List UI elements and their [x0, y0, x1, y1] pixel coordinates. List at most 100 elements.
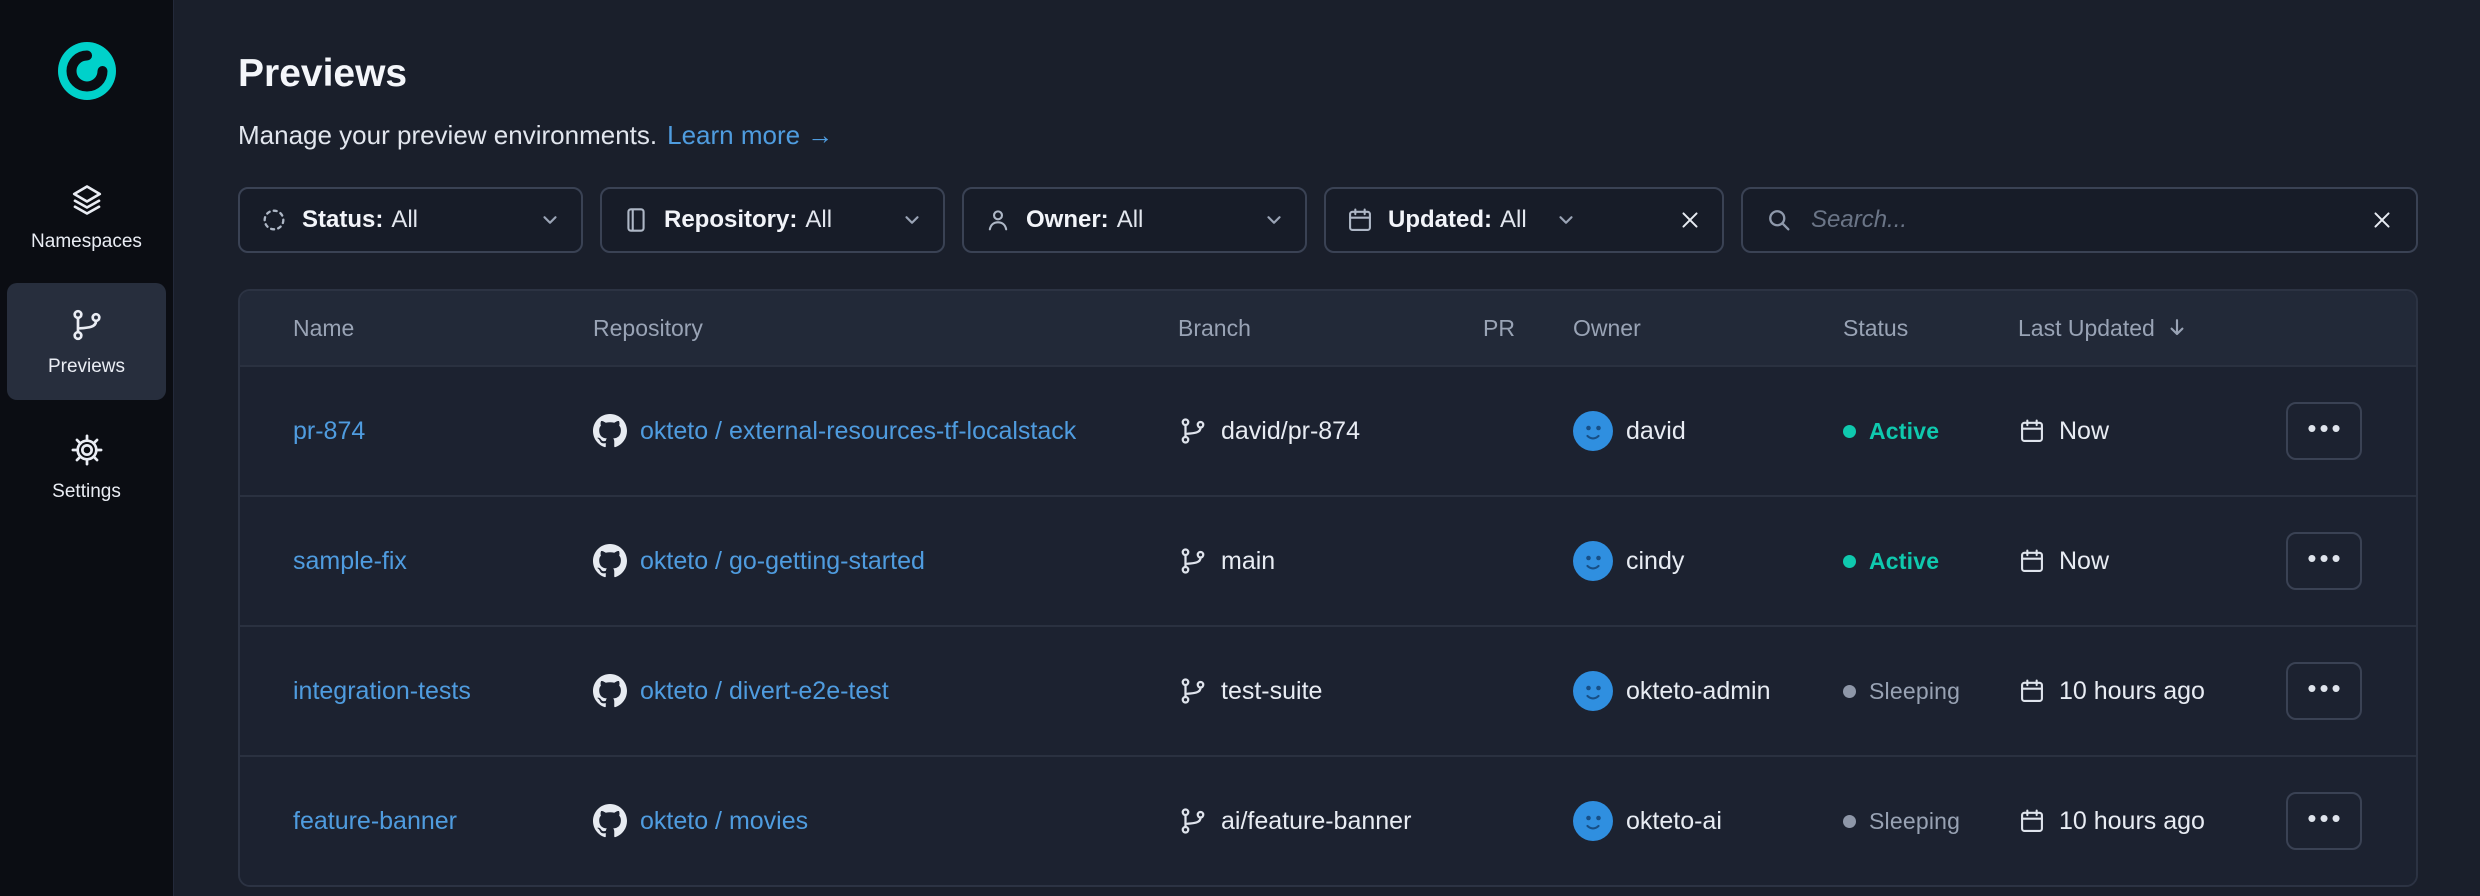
branch-cell: test-suite — [1178, 676, 1458, 706]
column-header-pr[interactable]: PR — [1458, 315, 1573, 342]
column-header-owner[interactable]: Owner — [1573, 315, 1843, 342]
name-cell: feature-banner — [293, 807, 593, 836]
column-header-branch[interactable]: Branch — [1178, 315, 1458, 342]
branch-name: main — [1221, 547, 1275, 576]
updated-filter-text: Updated: All — [1388, 206, 1527, 234]
last-updated-value: Now — [2059, 417, 2109, 446]
calendar-icon — [2018, 677, 2046, 705]
owner-filter-icon — [984, 206, 1012, 234]
arrow-right-icon: → — [807, 120, 833, 151]
sidebar-item-label: Settings — [52, 481, 121, 503]
main-content: Previews Manage your preview environment… — [174, 0, 2480, 896]
owner-filter[interactable]: Owner: All — [962, 187, 1307, 253]
chevron-down-icon — [901, 209, 923, 231]
column-header-repository[interactable]: Repository — [593, 315, 1178, 342]
github-icon — [593, 804, 627, 838]
preview-name-link[interactable]: pr-874 — [293, 417, 365, 446]
sidebar-item-previews[interactable]: Previews — [7, 283, 166, 400]
column-header-status[interactable]: Status — [1843, 315, 2018, 342]
actions-cell: ••• — [2261, 532, 2416, 590]
branch-cell: ai/feature-banner — [1178, 806, 1458, 836]
git-branch-icon — [1178, 676, 1208, 706]
status-cell: Sleeping — [1843, 678, 2018, 705]
sidebar-item-settings[interactable]: Settings — [7, 408, 166, 525]
git-branch-icon — [1178, 546, 1208, 576]
repository-filter-text: Repository: All — [664, 206, 832, 234]
table-row: integration-tests okteto / divert-e2e-te… — [240, 625, 2416, 755]
previews-icon — [69, 307, 105, 343]
repository-link[interactable]: okteto / movies — [640, 807, 808, 836]
filter-value: All — [805, 206, 832, 234]
row-actions-button[interactable]: ••• — [2286, 402, 2362, 460]
last-updated-value: 10 hours ago — [2059, 807, 2205, 836]
last-updated-cell: Now — [2018, 417, 2261, 446]
repository-link[interactable]: okteto / external-resources-tf-localstac… — [640, 417, 1076, 446]
table-row: sample-fix okteto / go-getting-started m… — [240, 495, 2416, 625]
table-row: pr-874 okteto / external-resources-tf-lo… — [240, 365, 2416, 495]
last-updated-cell: 10 hours ago — [2018, 677, 2261, 706]
repository-cell: okteto / go-getting-started — [593, 544, 1178, 578]
sidebar-item-namespaces[interactable]: Namespaces — [7, 158, 166, 275]
column-header-label: Last Updated — [2018, 315, 2155, 342]
status-label: Sleeping — [1869, 678, 1960, 705]
okteto-logo-icon — [58, 42, 116, 100]
status-dot — [1843, 815, 1856, 828]
calendar-icon — [2018, 417, 2046, 445]
sidebar-item-label: Namespaces — [31, 231, 142, 253]
search-input[interactable] — [1809, 205, 2354, 235]
column-header-last-updated[interactable]: Last Updated — [2018, 315, 2261, 342]
github-icon — [593, 414, 627, 448]
repository-link[interactable]: okteto / divert-e2e-test — [640, 677, 889, 706]
status-dot — [1843, 425, 1856, 438]
actions-cell: ••• — [2261, 792, 2416, 850]
branch-cell: david/pr-874 — [1178, 416, 1458, 446]
subtitle-text: Manage your preview environments. — [238, 120, 657, 151]
git-branch-icon — [1178, 806, 1208, 836]
learn-more-link[interactable]: Learn more → — [667, 120, 833, 151]
repository-filter-icon — [622, 206, 650, 234]
clear-updated-filter-icon[interactable] — [1678, 208, 1702, 232]
sidebar: Namespaces Previews Settings — [0, 0, 174, 896]
status-dot — [1843, 555, 1856, 568]
repository-cell: okteto / divert-e2e-test — [593, 674, 1178, 708]
search-icon — [1765, 206, 1793, 234]
avatar — [1573, 541, 1613, 581]
repository-cell: okteto / external-resources-tf-localstac… — [593, 414, 1178, 448]
okteto-logo[interactable] — [58, 42, 116, 100]
clear-search-icon[interactable] — [2370, 208, 2394, 232]
status-label: Sleeping — [1869, 808, 1960, 835]
updated-filter[interactable]: Updated: All — [1324, 187, 1724, 253]
previews-table: Name Repository Branch PR Owner Status L… — [238, 289, 2418, 887]
repository-filter[interactable]: Repository: All — [600, 187, 945, 253]
filter-label: Repository: — [664, 206, 797, 234]
row-actions-button[interactable]: ••• — [2286, 532, 2362, 590]
row-actions-button[interactable]: ••• — [2286, 662, 2362, 720]
last-updated-value: Now — [2059, 547, 2109, 576]
owner-cell: cindy — [1573, 541, 1843, 581]
status-filter[interactable]: Status: All — [238, 187, 583, 253]
column-header-name[interactable]: Name — [293, 315, 593, 342]
avatar — [1573, 801, 1613, 841]
learn-more-label: Learn more — [667, 120, 800, 151]
filter-bar: Status: All Repository: All Owner: All — [238, 187, 2418, 253]
page-subtitle: Manage your preview environments. Learn … — [238, 120, 2418, 151]
owner-filter-text: Owner: All — [1026, 206, 1143, 234]
settings-icon — [69, 432, 105, 468]
preview-name-link[interactable]: sample-fix — [293, 547, 407, 576]
row-actions-button[interactable]: ••• — [2286, 792, 2362, 850]
namespaces-icon — [69, 182, 105, 218]
repository-cell: okteto / movies — [593, 804, 1178, 838]
sidebar-item-label: Previews — [48, 356, 125, 378]
preview-name-link[interactable]: feature-banner — [293, 807, 457, 836]
page-title: Previews — [238, 52, 2418, 96]
owner-cell: okteto-ai — [1573, 801, 1843, 841]
owner-cell: okteto-admin — [1573, 671, 1843, 711]
preview-name-link[interactable]: integration-tests — [293, 677, 471, 706]
chevron-down-icon — [539, 209, 561, 231]
repository-link[interactable]: okteto / go-getting-started — [640, 547, 925, 576]
name-cell: pr-874 — [293, 417, 593, 446]
branch-cell: main — [1178, 546, 1458, 576]
sidebar-nav: Namespaces Previews Settings — [0, 158, 173, 525]
owner-name: okteto-admin — [1626, 677, 1771, 706]
status-label: Active — [1869, 418, 1939, 445]
